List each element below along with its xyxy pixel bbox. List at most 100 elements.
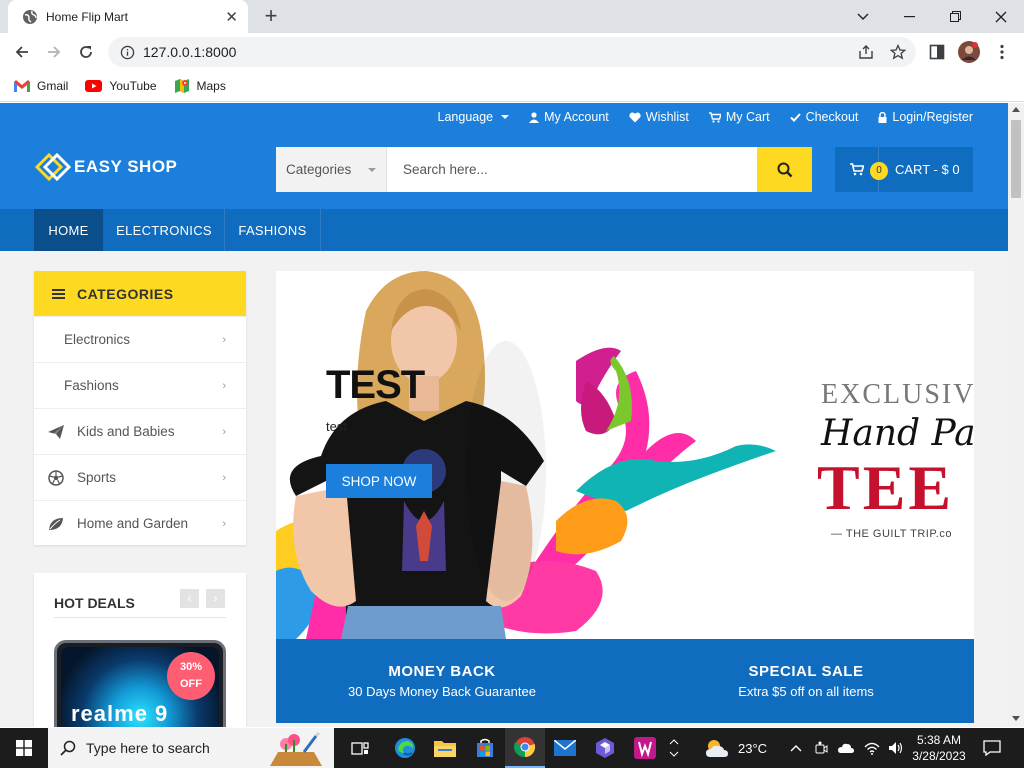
minimize-button[interactable] [886, 0, 932, 33]
youtube-icon [85, 80, 103, 92]
tray-icons [790, 728, 904, 768]
logo-text: EASY SHOP [74, 157, 178, 176]
sidebar-item-kids-and-babies[interactable]: Kids and Babies › [34, 408, 246, 454]
checkout-link[interactable]: Checkout [789, 110, 858, 124]
cart-button[interactable]: 0 CART - $ 0 [835, 147, 973, 192]
sidebar-item-fashions[interactable]: Fashions › [34, 362, 246, 408]
bookmark-gmail[interactable]: Gmail [14, 79, 68, 93]
info-subtitle: 30 Days Money Back Guarantee [348, 684, 536, 699]
reload-button[interactable] [74, 40, 98, 64]
logo-diamond-icon [35, 153, 71, 181]
weather-widget[interactable]: 23°C [704, 728, 767, 768]
bookmark-star-icon[interactable] [885, 37, 911, 67]
cart-icon [849, 163, 864, 176]
nav-fashions[interactable]: FASHIONS [225, 209, 321, 251]
clock[interactable]: 5:38 AM 3/28/2023 [908, 728, 970, 768]
leaf-icon [48, 516, 64, 532]
wishlist-link[interactable]: Wishlist [629, 110, 689, 124]
search-input[interactable] [387, 147, 757, 192]
my-cart-link[interactable]: My Cart [708, 110, 770, 124]
address-bar[interactable]: 127.0.0.1:8000 [108, 37, 916, 67]
restore-button[interactable] [932, 0, 978, 33]
taskbar-file-explorer[interactable] [425, 728, 465, 768]
bookmark-youtube[interactable]: YouTube [85, 79, 157, 93]
tab-close-icon[interactable]: ✕ [225, 8, 238, 26]
product-brand: realme 9 [71, 701, 169, 726]
scroll-thumb[interactable] [1011, 120, 1021, 198]
profile-avatar[interactable] [957, 40, 981, 64]
ad-exclusive-text: EXCLUSIV [821, 379, 974, 410]
chevron-right-icon: › [222, 380, 226, 392]
lock-icon [878, 111, 887, 123]
taskbar-mail[interactable] [545, 728, 585, 768]
sidebar-item-label: Sports [77, 470, 117, 485]
start-button[interactable] [4, 728, 44, 768]
bookmark-maps[interactable]: Maps [174, 78, 226, 94]
my-cart-label: My Cart [725, 110, 770, 124]
hot-deals-next-button[interactable]: › [206, 589, 225, 608]
taskbar-copilot-app[interactable] [585, 728, 625, 768]
windows-taskbar: Type here to search 23°C 5:38 AM 3/28/20… [0, 728, 1024, 768]
app-monogram-icon [634, 737, 656, 759]
chevron-up-icon[interactable] [790, 744, 802, 752]
close-window-button[interactable] [978, 0, 1024, 33]
notification-center-button[interactable] [972, 728, 1012, 768]
browser-tab[interactable]: Home Flip Mart ✕ [8, 0, 248, 33]
chrome-icon [514, 737, 536, 758]
forward-button[interactable] [42, 40, 66, 64]
taskbar-app-purple[interactable] [625, 728, 665, 768]
info-title: MONEY BACK [388, 663, 496, 680]
chevron-right-icon: › [222, 472, 226, 484]
wifi-icon[interactable] [864, 741, 880, 755]
onedrive-cloud-icon[interactable] [838, 742, 854, 754]
user-icon [529, 111, 540, 123]
sidebar-item-label: Fashions [64, 378, 119, 393]
nav-home[interactable]: HOME [34, 209, 104, 251]
language-dropdown[interactable]: Language [438, 110, 510, 124]
meet-now-icon[interactable] [814, 741, 828, 755]
browser-tab-strip: Home Flip Mart ✕ + [0, 0, 1024, 33]
site-logo[interactable]: EASY SHOP [35, 153, 177, 181]
category-select[interactable]: Categories [276, 147, 387, 192]
my-account-link[interactable]: My Account [529, 110, 609, 124]
notification-icon [983, 740, 1001, 756]
sidebar-item-label: Electronics [64, 332, 131, 347]
hero-title: TEST [326, 363, 425, 407]
bookmarks-bar: Gmail YouTube Maps [0, 71, 1024, 102]
taskbar-overflow[interactable] [664, 728, 684, 768]
taskbar-chrome[interactable] [505, 728, 545, 768]
nav-electronics[interactable]: ELECTRONICS [104, 209, 225, 251]
volume-icon[interactable] [888, 741, 904, 755]
scroll-up-arrow[interactable] [1012, 107, 1020, 112]
search-button[interactable] [757, 147, 812, 192]
sidebar-item-electronics[interactable]: Electronics › [34, 316, 246, 362]
tab-search-chevron-icon[interactable] [840, 0, 886, 33]
shop-now-button[interactable]: SHOP NOW [326, 464, 432, 498]
hero-banner: TEST test SHOP NOW EXCLUSIV Hand Paint T… [276, 271, 974, 639]
share-icon[interactable] [853, 37, 879, 67]
sidebar-item-sports[interactable]: Sports › [34, 454, 246, 500]
side-panel-icon[interactable] [925, 40, 949, 64]
search-icon [777, 162, 792, 177]
my-account-label: My Account [544, 110, 609, 124]
cart-icon-wrap: 0 [835, 147, 888, 192]
site-info-icon[interactable] [120, 45, 135, 60]
weather-temp: 23°C [738, 740, 768, 756]
scroll-down-arrow[interactable] [1012, 716, 1020, 721]
back-button[interactable] [10, 40, 34, 64]
sidebar-item-label: Home and Garden [77, 516, 189, 531]
task-view-button[interactable] [340, 728, 380, 768]
hot-deals-prev-button[interactable]: ‹ [180, 589, 199, 608]
discount-badge: 30% OFF [167, 652, 215, 700]
new-tab-button[interactable]: + [258, 3, 284, 29]
web-page: Language My Account Wishlist My Cart Che… [0, 103, 1008, 727]
taskbar-edge[interactable] [385, 728, 425, 768]
browser-menu-icon[interactable] [990, 40, 1014, 64]
login-register-link[interactable]: Login/Register [878, 110, 973, 124]
sidebar-item-home-and-garden[interactable]: Home and Garden › [34, 500, 246, 546]
taskbar-search-placeholder: Type here to search [86, 740, 210, 756]
taskbar-store[interactable] [465, 728, 505, 768]
taskbar-search-box[interactable]: Type here to search [48, 728, 334, 768]
discount-word: OFF [180, 678, 202, 690]
page-scrollbar[interactable] [1008, 103, 1024, 727]
